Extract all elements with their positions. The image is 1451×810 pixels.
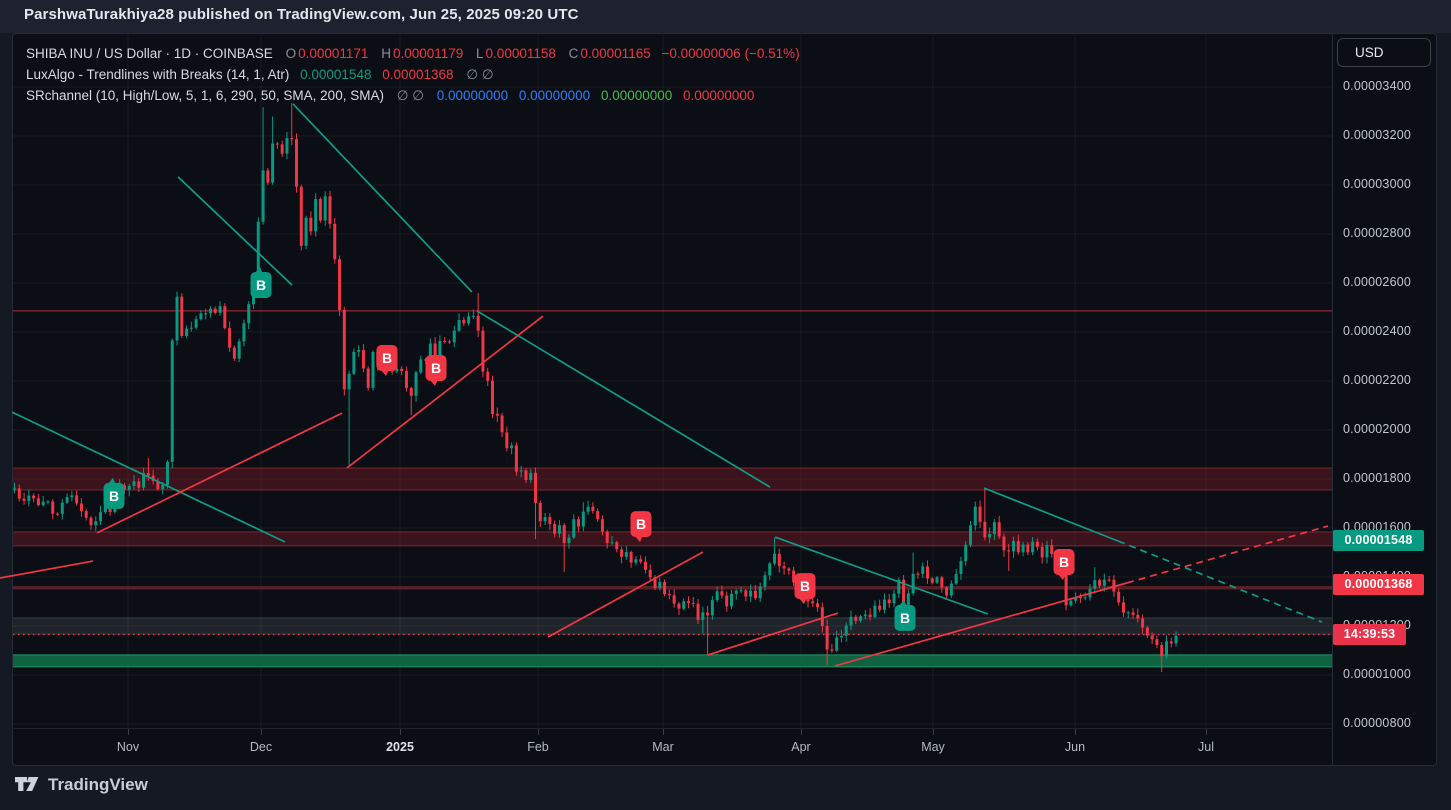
time-tick xyxy=(538,729,539,735)
time-axis[interactable]: Nov Dec 2025 Feb Mar Apr May Jun Jul xyxy=(12,728,1332,767)
svg-text:B: B xyxy=(636,516,646,532)
price-axis[interactable]: USD 0.00003400 0.00003200 0.00003000 0.0000… xyxy=(1332,33,1437,728)
svg-text:B: B xyxy=(1059,554,1069,570)
svg-text:B: B xyxy=(431,360,441,376)
time-label: Mar xyxy=(633,740,693,754)
luxalgo-indicator-title[interactable]: LuxAlgo - Trendlines with Breaks (14, 1,… xyxy=(26,67,289,82)
candlestick-chart[interactable]: B B B B B B B B xyxy=(0,0,1451,810)
time-label: Jun xyxy=(1045,740,1105,754)
price-tick: 0.00002800 xyxy=(1343,226,1411,240)
time-label: Feb xyxy=(508,740,568,754)
price-tick: 0.00001800 xyxy=(1343,471,1411,485)
srchannel-value-3: 0.00000000 xyxy=(601,88,672,103)
srchannel-empty-values: ∅ ∅ xyxy=(397,88,424,103)
high-value: 0.00001179 xyxy=(393,46,463,61)
time-tick xyxy=(1075,729,1076,735)
low-label: L xyxy=(476,46,484,61)
low-value: 0.00001158 xyxy=(486,46,556,61)
time-label: 2025 xyxy=(370,740,430,754)
trendline-break-label: B xyxy=(377,345,398,376)
time-label: May xyxy=(903,740,963,754)
close-label: C xyxy=(569,46,579,61)
time-tick xyxy=(261,729,262,735)
srchannel-value-1: 0.00000000 xyxy=(437,88,508,103)
svg-text:B: B xyxy=(900,610,910,626)
high-label: H xyxy=(381,46,391,61)
luxalgo-legend-row[interactable]: LuxAlgo - Trendlines with Breaks (14, 1,… xyxy=(26,67,496,83)
svg-text:B: B xyxy=(256,277,266,293)
time-tick xyxy=(1206,729,1207,735)
symbol-legend-row[interactable]: SHIBA INU / US Dollar · 1D · COINBASE O0… xyxy=(26,46,800,61)
luxalgo-empty-values: ∅ ∅ xyxy=(466,67,493,82)
trendline-break-label: B xyxy=(895,600,916,631)
open-label: O xyxy=(286,46,297,61)
time-label: Nov xyxy=(98,740,158,754)
time-tick xyxy=(663,729,664,735)
luxalgo-lower-value: 0.00001368 xyxy=(382,67,453,82)
svg-text:B: B xyxy=(109,488,119,504)
svg-text:B: B xyxy=(382,350,392,366)
time-label: Jul xyxy=(1176,740,1236,754)
luxalgo-lower-price-label: 0.00001368 xyxy=(1333,574,1424,595)
symbol-title[interactable]: SHIBA INU / US Dollar · 1D · COINBASE xyxy=(26,46,273,61)
time-label: Dec xyxy=(231,740,291,754)
change-value: −0.00000006 (−0.51%) xyxy=(661,46,799,61)
time-tick xyxy=(933,729,934,735)
price-tick: 0.00002000 xyxy=(1343,422,1411,436)
price-tick: 0.00003000 xyxy=(1343,177,1411,191)
svg-text:B: B xyxy=(800,578,810,594)
price-tick: 0.00000800 xyxy=(1343,716,1411,730)
price-tick: 0.00003200 xyxy=(1343,128,1411,142)
currency-button[interactable]: USD xyxy=(1337,38,1431,67)
srchannel-value-4: 0.00000000 xyxy=(683,88,754,103)
luxalgo-upper-value: 0.00001548 xyxy=(300,67,371,82)
close-value: 0.00001165 xyxy=(580,46,650,61)
trendline-break-label: B xyxy=(1054,549,1075,580)
srchannel-legend-row[interactable]: SRchannel (10, High/Low, 5, 1, 6, 290, 5… xyxy=(26,88,754,104)
srchannel-indicator-title[interactable]: SRchannel (10, High/Low, 5, 1, 6, 290, 5… xyxy=(26,88,384,103)
time-tick xyxy=(400,729,401,735)
bar-countdown-label: 14:39:53 xyxy=(1333,624,1406,645)
open-value: 0.00001171 xyxy=(298,46,368,61)
price-tick: 0.00002600 xyxy=(1343,275,1411,289)
price-tick: 0.00003400 xyxy=(1343,79,1411,93)
price-tick: 0.00002400 xyxy=(1343,324,1411,338)
price-tick: 0.00001000 xyxy=(1343,667,1411,681)
time-tick xyxy=(128,729,129,735)
time-label: Apr xyxy=(771,740,831,754)
luxalgo-upper-price-label: 0.00001548 xyxy=(1333,530,1424,551)
time-tick xyxy=(801,729,802,735)
srchannel-value-2: 0.00000000 xyxy=(519,88,590,103)
tradingview-published-chart: ParshwaTurakhiya28 published on TradingV… xyxy=(0,0,1451,810)
price-tick: 0.00002200 xyxy=(1343,373,1411,387)
trendline-break-label: B xyxy=(251,267,272,298)
